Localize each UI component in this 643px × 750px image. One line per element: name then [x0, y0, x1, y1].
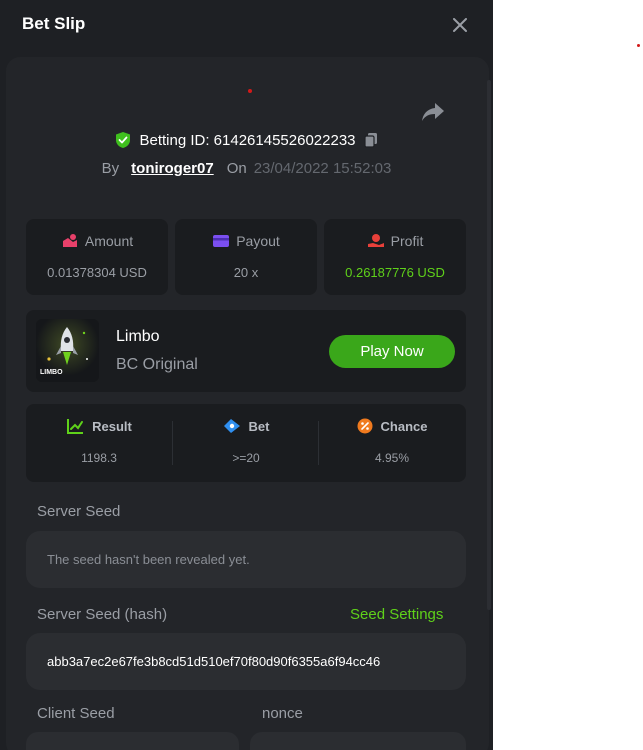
- profit-card: Profit 0.26187776 USD: [324, 219, 466, 295]
- indicator-dot: [248, 89, 252, 93]
- server-seed-hash-value: abb3a7ec2e67fe3b8cd51d510ef70f80d90f6355…: [47, 654, 381, 669]
- on-label: On: [226, 160, 247, 177]
- game-card: LIMBO Limbo BC Original Play Now: [26, 310, 466, 392]
- server-seed-hash-label: Server Seed (hash): [37, 606, 168, 623]
- background-dot: [637, 44, 640, 47]
- payout-card: Payout 20 x: [175, 219, 317, 295]
- chart-check-icon: [67, 419, 84, 434]
- nonce-field[interactable]: [250, 732, 466, 750]
- username-link[interactable]: toniroger07: [131, 160, 214, 177]
- nonce-label: nonce: [262, 705, 303, 722]
- game-subtitle: BC Original: [116, 356, 198, 373]
- ticket-icon: [223, 419, 240, 433]
- client-seed-field[interactable]: [26, 732, 239, 750]
- bet-value: >=20: [232, 451, 260, 465]
- thumbnail-caption: LIMBO: [40, 369, 63, 376]
- client-seed-label: Client Seed: [37, 705, 115, 722]
- result-label: Result: [92, 418, 132, 434]
- seed-settings-link[interactable]: Seed Settings: [350, 606, 443, 623]
- percent-icon: [357, 418, 373, 434]
- modal-header: Bet Slip: [0, 0, 493, 52]
- chance-column: Chance 4.95%: [319, 404, 465, 482]
- betting-id-row: Betting ID: 61426145526022233: [0, 131, 493, 149]
- money-bag-icon: [62, 234, 77, 247]
- copy-icon: [363, 133, 377, 148]
- bettor-info-row: By toniroger07 On 23/04/2022 15:52:03: [0, 160, 493, 177]
- bet-column: Bet >=20: [173, 404, 319, 482]
- result-heading: Result: [26, 418, 172, 434]
- game-name: Limbo: [116, 328, 160, 345]
- profit-heading: Profit: [324, 233, 466, 249]
- chance-value: 4.95%: [374, 451, 410, 465]
- profit-value: 0.26187776 USD: [345, 265, 445, 280]
- share-button[interactable]: [420, 100, 446, 124]
- limbo-thumbnail[interactable]: LIMBO: [36, 319, 99, 382]
- play-now-button[interactable]: Play Now: [329, 335, 455, 368]
- modal-title: Bet Slip: [22, 14, 86, 33]
- server-seed-value: The seed hasn't been revealed yet.: [47, 552, 250, 567]
- result-card: Result 1198.3 Bet >=20 Chance 4.95%: [26, 404, 466, 482]
- profit-label: Profit: [390, 233, 424, 249]
- amount-value: 0.01378304 USD: [47, 265, 147, 280]
- bet-slip-modal: Bet Slip Betting ID: 61426145526022233 B…: [0, 0, 493, 750]
- by-label: By: [101, 160, 120, 177]
- amount-heading: Amount: [26, 233, 168, 249]
- result-value: 1198.3: [81, 451, 117, 465]
- amount-label: Amount: [84, 233, 134, 249]
- share-icon: [422, 103, 444, 121]
- bet-label: Bet: [248, 418, 270, 434]
- bet-heading: Bet: [173, 418, 319, 434]
- shield-check-icon: [116, 132, 131, 148]
- coin-hand-icon: [367, 234, 384, 247]
- payout-label: Payout: [236, 233, 280, 249]
- wallet-icon: [213, 235, 230, 247]
- chance-heading: Chance: [319, 418, 465, 434]
- bet-datetime: 23/04/2022 15:52:03: [253, 160, 392, 177]
- amount-card: Amount 0.01378304 USD: [26, 219, 168, 295]
- close-icon: [453, 18, 467, 32]
- copy-button[interactable]: [363, 132, 378, 148]
- payout-heading: Payout: [175, 233, 317, 249]
- server-seed-field[interactable]: The seed hasn't been revealed yet.: [26, 531, 466, 588]
- server-seed-label: Server Seed: [37, 503, 121, 520]
- chance-label: Chance: [380, 418, 428, 434]
- server-seed-hash-field[interactable]: abb3a7ec2e67fe3b8cd51d510ef70f80d90f6355…: [26, 633, 466, 690]
- result-column: Result 1198.3: [26, 404, 172, 482]
- close-button[interactable]: [449, 14, 471, 36]
- betting-id: Betting ID: 61426145526022233: [139, 131, 356, 149]
- payout-value: 20 x: [233, 265, 259, 280]
